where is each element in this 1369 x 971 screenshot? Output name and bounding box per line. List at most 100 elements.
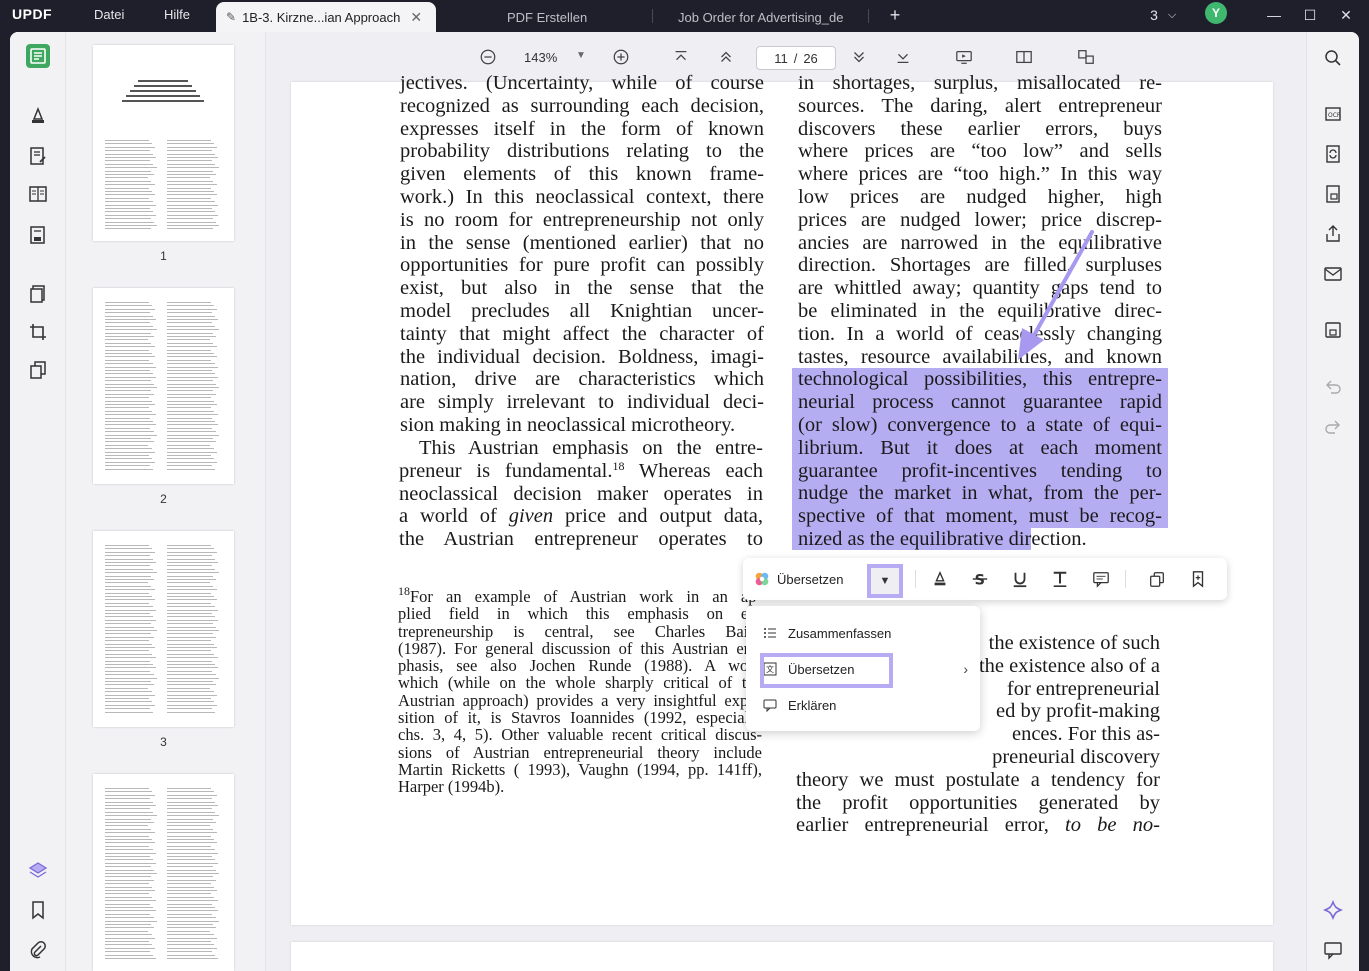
page-layout-icon[interactable] xyxy=(26,182,50,206)
thumb-text-line xyxy=(167,798,212,800)
bookmark-icon[interactable] xyxy=(26,898,50,922)
thumb-text-line xyxy=(105,555,150,557)
next-page-icon[interactable] xyxy=(849,47,869,67)
thumb-text-line xyxy=(105,913,151,915)
thumb-text-line xyxy=(167,832,217,834)
text-line: given elements of this known frame- xyxy=(400,163,764,186)
previous-page-icon[interactable] xyxy=(716,47,736,67)
protect-icon[interactable] xyxy=(1321,182,1345,206)
avatar[interactable]: Y xyxy=(1205,2,1227,24)
bookmark-add-icon[interactable] xyxy=(1187,568,1209,590)
layers-icon[interactable] xyxy=(26,858,50,882)
highlight[interactable]: nized as the equilibrative dir xyxy=(792,527,1032,550)
undo-icon[interactable] xyxy=(1321,375,1345,399)
thumb-text-line xyxy=(105,383,154,385)
thumb-text-line xyxy=(105,201,153,203)
last-page-icon[interactable] xyxy=(893,47,913,67)
thumb-text-line xyxy=(105,896,153,898)
text-line: earlier entrepreneurial error, to be no- xyxy=(796,814,1160,837)
thumb-text-line xyxy=(105,890,155,891)
ai-dropdown-button[interactable]: ▼ xyxy=(867,564,903,598)
thumb-text-line xyxy=(167,927,217,929)
tab-pdf-erstellen[interactable]: PDF Erstellen xyxy=(497,2,597,32)
copy-icon[interactable] xyxy=(1146,568,1168,590)
translate-button[interactable]: Übersetzen xyxy=(753,567,843,591)
note-icon[interactable] xyxy=(1090,568,1112,590)
copy-pages-icon[interactable] xyxy=(26,358,50,382)
new-tab-plus-icon[interactable]: + xyxy=(883,4,907,26)
thumb-text-line xyxy=(167,825,211,827)
highlight[interactable]: librium. But it does at each moment xyxy=(792,436,1168,460)
page-display-icon[interactable] xyxy=(1014,47,1034,67)
thumb-text-line xyxy=(167,801,215,803)
highlight[interactable]: technological possibilities, this entrep… xyxy=(792,368,1168,392)
menu-hilfe[interactable]: Hilfe xyxy=(164,7,190,22)
reader-icon[interactable] xyxy=(26,44,50,68)
thumb-text-line xyxy=(167,623,213,625)
menu-datei[interactable]: Datei xyxy=(94,7,124,22)
comment-icon[interactable] xyxy=(1321,938,1345,962)
convert-pdf-icon[interactable] xyxy=(1321,142,1345,166)
chevron-down-icon[interactable]: ⌵ xyxy=(1160,4,1184,26)
strikethrough-icon[interactable]: S xyxy=(969,568,991,590)
highlight[interactable]: (or slow) convergence to a state of equi… xyxy=(792,413,1168,437)
thumb-text-line xyxy=(105,828,152,830)
highlight-tool-icon[interactable] xyxy=(929,568,951,590)
text-line: is no room for entrepreneurship not only xyxy=(400,208,764,231)
thumbnail-page-2[interactable] xyxy=(93,288,234,484)
text-line: direction. Shortages are filled, surplus… xyxy=(798,254,1162,277)
zoom-out-icon[interactable] xyxy=(478,47,498,67)
menu-item-summarize[interactable]: Zusammenfassen xyxy=(746,616,980,650)
thumb-text-line xyxy=(105,822,154,823)
highlight[interactable]: spective of that moment, must be recog- xyxy=(792,505,1168,528)
first-page-icon[interactable] xyxy=(671,47,691,67)
thumb-text-line xyxy=(167,417,212,419)
highlight[interactable]: guarantee profit-incentives tending to xyxy=(792,459,1168,483)
zoom-in-icon[interactable] xyxy=(611,47,631,67)
highlight[interactable]: nudge the market in what, from the per- xyxy=(792,482,1168,506)
thumb-text-line xyxy=(167,167,219,169)
attachment-icon[interactable] xyxy=(26,938,50,962)
search-icon[interactable] xyxy=(1321,46,1345,70)
thumb-text-line xyxy=(167,157,218,158)
thumb-text-line xyxy=(167,431,216,433)
thumb-text-line xyxy=(105,674,154,676)
thumbnail-page-1[interactable] xyxy=(93,45,234,241)
thumb-text-line xyxy=(167,427,213,429)
email-icon[interactable] xyxy=(1321,262,1345,286)
form-icon[interactable] xyxy=(26,223,50,247)
page-number-input[interactable]: 11 / 26 xyxy=(756,46,836,70)
share-icon[interactable] xyxy=(1321,222,1345,246)
thumb-text-line xyxy=(105,579,154,580)
close-icon[interactable]: ✕ xyxy=(410,9,422,26)
text-tool-icon[interactable] xyxy=(1049,568,1071,590)
zoom-level[interactable]: 143% xyxy=(524,50,557,65)
crop-icon[interactable] xyxy=(26,320,50,344)
tab-document-active[interactable]: ✎ 1B-3. Kirzne...ian Approach ✕ xyxy=(216,2,436,32)
ocr-icon[interactable]: OCR xyxy=(1321,102,1345,126)
thumbnail-page-4[interactable] xyxy=(93,774,234,971)
organize-pages-icon[interactable] xyxy=(26,282,50,306)
thumb-text-line xyxy=(105,647,155,648)
edit-pdf-icon[interactable] xyxy=(26,144,50,168)
thumb-text-line xyxy=(105,626,154,628)
menu-item-explain[interactable]: Erklären xyxy=(746,688,980,722)
minimize-icon[interactable]: — xyxy=(1262,4,1286,26)
zoom-dropdown-icon[interactable]: ▼ xyxy=(576,50,586,61)
close-window-icon[interactable]: ✕ xyxy=(1334,4,1358,26)
text-line: nation, drive are characteristics which xyxy=(400,368,764,391)
thumb-text-line xyxy=(167,630,219,631)
save-icon[interactable] xyxy=(1321,318,1345,342)
thumb-text-line xyxy=(105,852,156,854)
presentation-icon[interactable] xyxy=(954,47,974,67)
ai-assistant-icon[interactable] xyxy=(1321,898,1345,922)
thumb-text-line xyxy=(167,704,218,706)
underline-icon[interactable] xyxy=(1009,568,1031,590)
compare-icon[interactable] xyxy=(1076,47,1096,67)
redo-icon[interactable] xyxy=(1321,415,1345,439)
thumbnail-page-3[interactable] xyxy=(93,531,234,727)
highlighter-icon[interactable] xyxy=(26,104,50,128)
maximize-icon[interactable]: ☐ xyxy=(1298,4,1322,26)
tab-job-order[interactable]: Job Order for Advertising_de xyxy=(668,2,853,32)
highlight[interactable]: neurial process cannot guarantee rapid xyxy=(792,391,1168,414)
